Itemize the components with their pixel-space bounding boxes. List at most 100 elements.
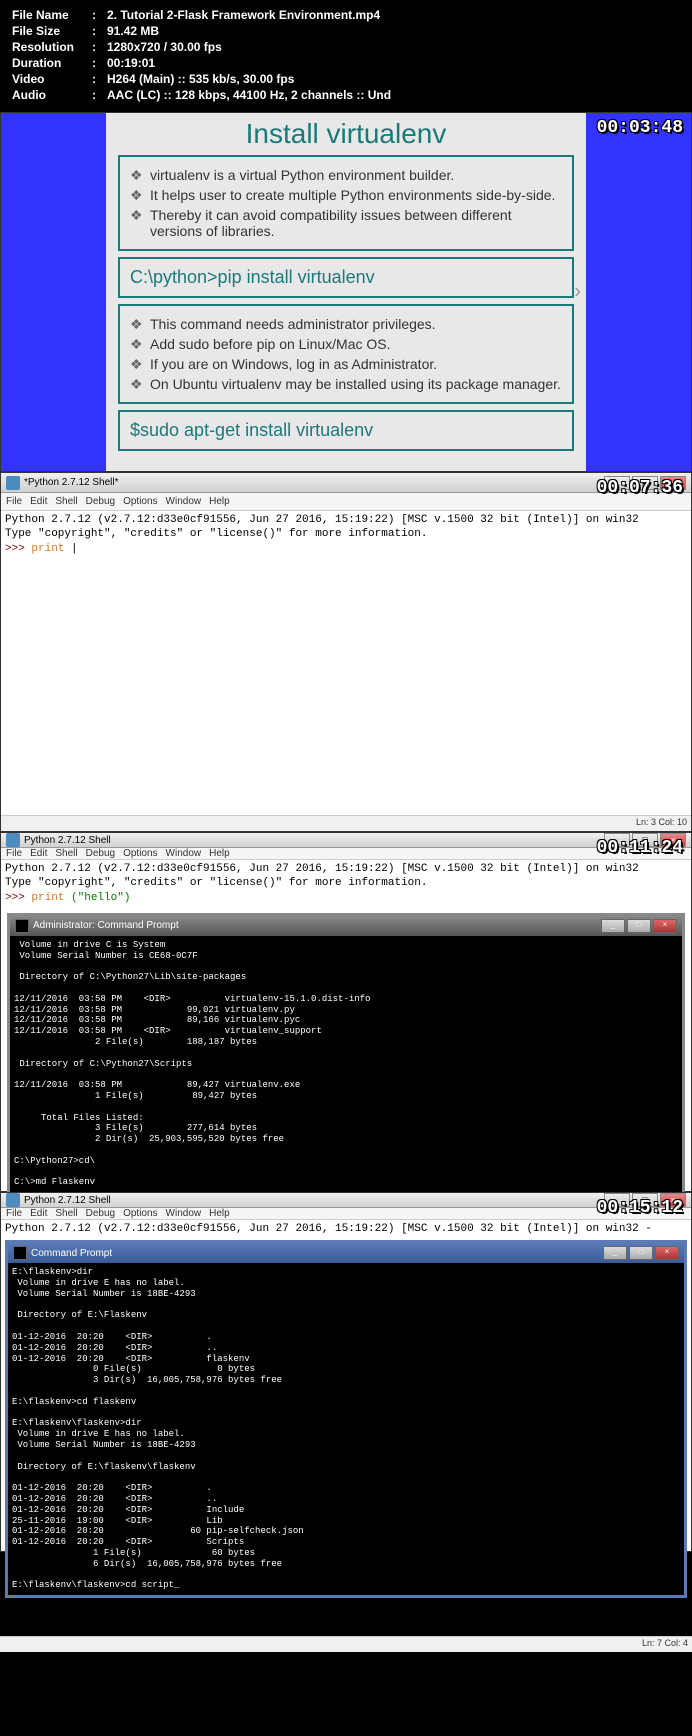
menu-window[interactable]: Window [166, 848, 202, 859]
video-label: Video [12, 72, 92, 86]
menu-file[interactable]: File [6, 496, 22, 507]
list-item: Add sudo before pip on Linux/Mac OS. [130, 334, 562, 354]
titlebar[interactable]: *Python 2.7.12 Shell* _ □ × [1, 473, 691, 493]
shell-line: Python 2.7.12 (v2.7.12:d33e0cf91556, Jun… [5, 862, 687, 876]
file-size-label: File Size [12, 24, 92, 38]
menu-file[interactable]: File [6, 848, 22, 859]
menu-edit[interactable]: Edit [30, 496, 47, 507]
file-size-value: 91.42 MB [107, 24, 159, 38]
audio-value: AAC (LC) :: 128 kbps, 44100 Hz, 2 channe… [107, 88, 391, 102]
maximize-button[interactable]: □ [627, 919, 651, 933]
slide-list-2: This command needs administrator privile… [130, 314, 562, 394]
minimize-button[interactable]: _ [603, 1246, 627, 1260]
menu-help[interactable]: Help [209, 1208, 230, 1219]
menubar: File Edit Shell Debug Options Window Hel… [1, 493, 691, 511]
cmd-titlebar[interactable]: Command Prompt _ □ × [8, 1243, 684, 1263]
slide-box-1: virtualenv is a virtual Python environme… [118, 155, 574, 251]
window-title: Python 2.7.12 Shell [24, 1195, 111, 1206]
cmd-content[interactable]: Volume in drive C is System Volume Seria… [10, 936, 682, 1214]
menu-help[interactable]: Help [209, 496, 230, 507]
timestamp-2: 00:07:36 [597, 478, 683, 498]
list-item: Thereby it can avoid compatibility issue… [130, 205, 562, 241]
screenshot-3: 00:11:24 Python 2.7.12 Shell _ □ × File … [0, 832, 692, 1192]
shell-arg: ("hello") [64, 892, 130, 904]
duration-value: 00:19:01 [107, 56, 155, 70]
list-item: This command needs administrator privile… [130, 314, 562, 334]
presentation-slide: Install virtualenv virtualenv is a virtu… [106, 113, 586, 471]
menu-file[interactable]: File [6, 1208, 22, 1219]
menubar: File Edit Shell Debug Options Window Hel… [1, 848, 691, 860]
menu-options[interactable]: Options [123, 848, 157, 859]
window-title: *Python 2.7.12 Shell* [24, 477, 119, 488]
shell-line: Python 2.7.12 (v2.7.12:d33e0cf91556, Jun… [5, 513, 687, 527]
cmd-titlebar[interactable]: Administrator: Command Prompt _ □ × [10, 916, 682, 936]
shell-content[interactable]: Python 2.7.12 (v2.7.12:d33e0cf91556, Jun… [1, 1220, 691, 1238]
shell-command: print [31, 892, 64, 904]
shell-content[interactable]: Python 2.7.12 (v2.7.12:d33e0cf91556, Jun… [1, 860, 691, 907]
cmd-content[interactable]: E:\flaskenv>dir Volume in drive E has no… [8, 1263, 684, 1595]
shell-line: Python 2.7.12 (v2.7.12:d33e0cf91556, Jun… [5, 1222, 687, 1236]
shell-line: Type "copyright", "credits" or "license(… [5, 527, 687, 541]
shell-line: Type "copyright", "credits" or "license(… [5, 876, 687, 890]
python-icon [6, 476, 20, 490]
list-item: On Ubuntu virtualenv may be installed us… [130, 374, 562, 394]
duration-label: Duration [12, 56, 92, 70]
menu-options[interactable]: Options [123, 496, 157, 507]
menu-shell[interactable]: Shell [55, 496, 77, 507]
python-icon [6, 833, 20, 847]
file-info-panel: File Name:2. Tutorial 2-Flask Framework … [0, 0, 692, 112]
screenshot-4: 00:15:12 Python 2.7.12 Shell _ □ × File … [0, 1192, 692, 1552]
file-name-value: 2. Tutorial 2-Flask Framework Environmen… [107, 8, 380, 22]
timestamp-1: 00:03:48 [597, 118, 683, 138]
maximize-button[interactable]: □ [629, 1246, 653, 1260]
video-value: H264 (Main) :: 535 kb/s, 30.00 fps [107, 72, 294, 86]
close-button[interactable]: × [655, 1246, 679, 1260]
menu-shell[interactable]: Shell [55, 1208, 77, 1219]
slide-title: Install virtualenv [118, 113, 574, 155]
window-title: Python 2.7.12 Shell [24, 835, 111, 846]
titlebar[interactable]: Python 2.7.12 Shell _ □ × [1, 1193, 691, 1208]
command-prompt-window: Administrator: Command Prompt _ □ × Volu… [7, 913, 685, 1231]
list-item: If you are on Windows, log in as Adminis… [130, 354, 562, 374]
list-item: It helps user to create multiple Python … [130, 185, 562, 205]
slide-command-1: C:\python>pip install virtualenv [118, 257, 574, 298]
shell-prompt: >>> [5, 892, 31, 904]
menu-options[interactable]: Options [123, 1208, 157, 1219]
cmd-icon [15, 919, 29, 933]
resolution-label: Resolution [12, 40, 92, 54]
menu-window[interactable]: Window [166, 496, 202, 507]
menu-debug[interactable]: Debug [86, 1208, 115, 1219]
audio-label: Audio [12, 88, 92, 102]
resolution-value: 1280x720 / 30.00 fps [107, 40, 222, 54]
menu-edit[interactable]: Edit [30, 848, 47, 859]
timestamp-4: 00:15:12 [597, 1198, 683, 1218]
menu-debug[interactable]: Debug [86, 848, 115, 859]
screenshot-1: 00:03:48 Install virtualenv virtualenv i… [0, 112, 692, 472]
menu-debug[interactable]: Debug [86, 496, 115, 507]
list-item: virtualenv is a virtual Python environme… [130, 165, 562, 185]
slide-list-1: virtualenv is a virtual Python environme… [130, 165, 562, 241]
shell-prompt: >>> [5, 543, 31, 555]
command-prompt-window: Command Prompt _ □ × E:\flaskenv>dir Vol… [5, 1240, 687, 1598]
menu-window[interactable]: Window [166, 1208, 202, 1219]
python-icon [6, 1193, 20, 1207]
shell-content[interactable]: Python 2.7.12 (v2.7.12:d33e0cf91556, Jun… [1, 511, 691, 815]
menu-edit[interactable]: Edit [30, 1208, 47, 1219]
menu-shell[interactable]: Shell [55, 848, 77, 859]
shell-command: print [31, 543, 64, 555]
menubar: File Edit Shell Debug Options Window Hel… [1, 1208, 691, 1220]
cmd-icon [13, 1246, 27, 1260]
statusbar: Ln: 7 Col: 4 [0, 1636, 692, 1652]
cmd-title: Administrator: Command Prompt [33, 920, 179, 931]
timestamp-3: 00:11:24 [597, 838, 683, 858]
statusbar: Ln: 3 Col: 10 [1, 815, 691, 831]
footer-space: Ln: 7 Col: 4 [0, 1636, 692, 1736]
minimize-button[interactable]: _ [601, 919, 625, 933]
menu-help[interactable]: Help [209, 848, 230, 859]
close-button[interactable]: × [653, 919, 677, 933]
file-name-label: File Name [12, 8, 92, 22]
screenshot-2: 00:07:36 *Python 2.7.12 Shell* _ □ × Fil… [0, 472, 692, 832]
next-slide-arrow-icon[interactable]: › [574, 281, 581, 304]
titlebar[interactable]: Python 2.7.12 Shell _ □ × [1, 833, 691, 848]
slide-command-2: $sudo apt-get install virtualenv [118, 410, 574, 451]
